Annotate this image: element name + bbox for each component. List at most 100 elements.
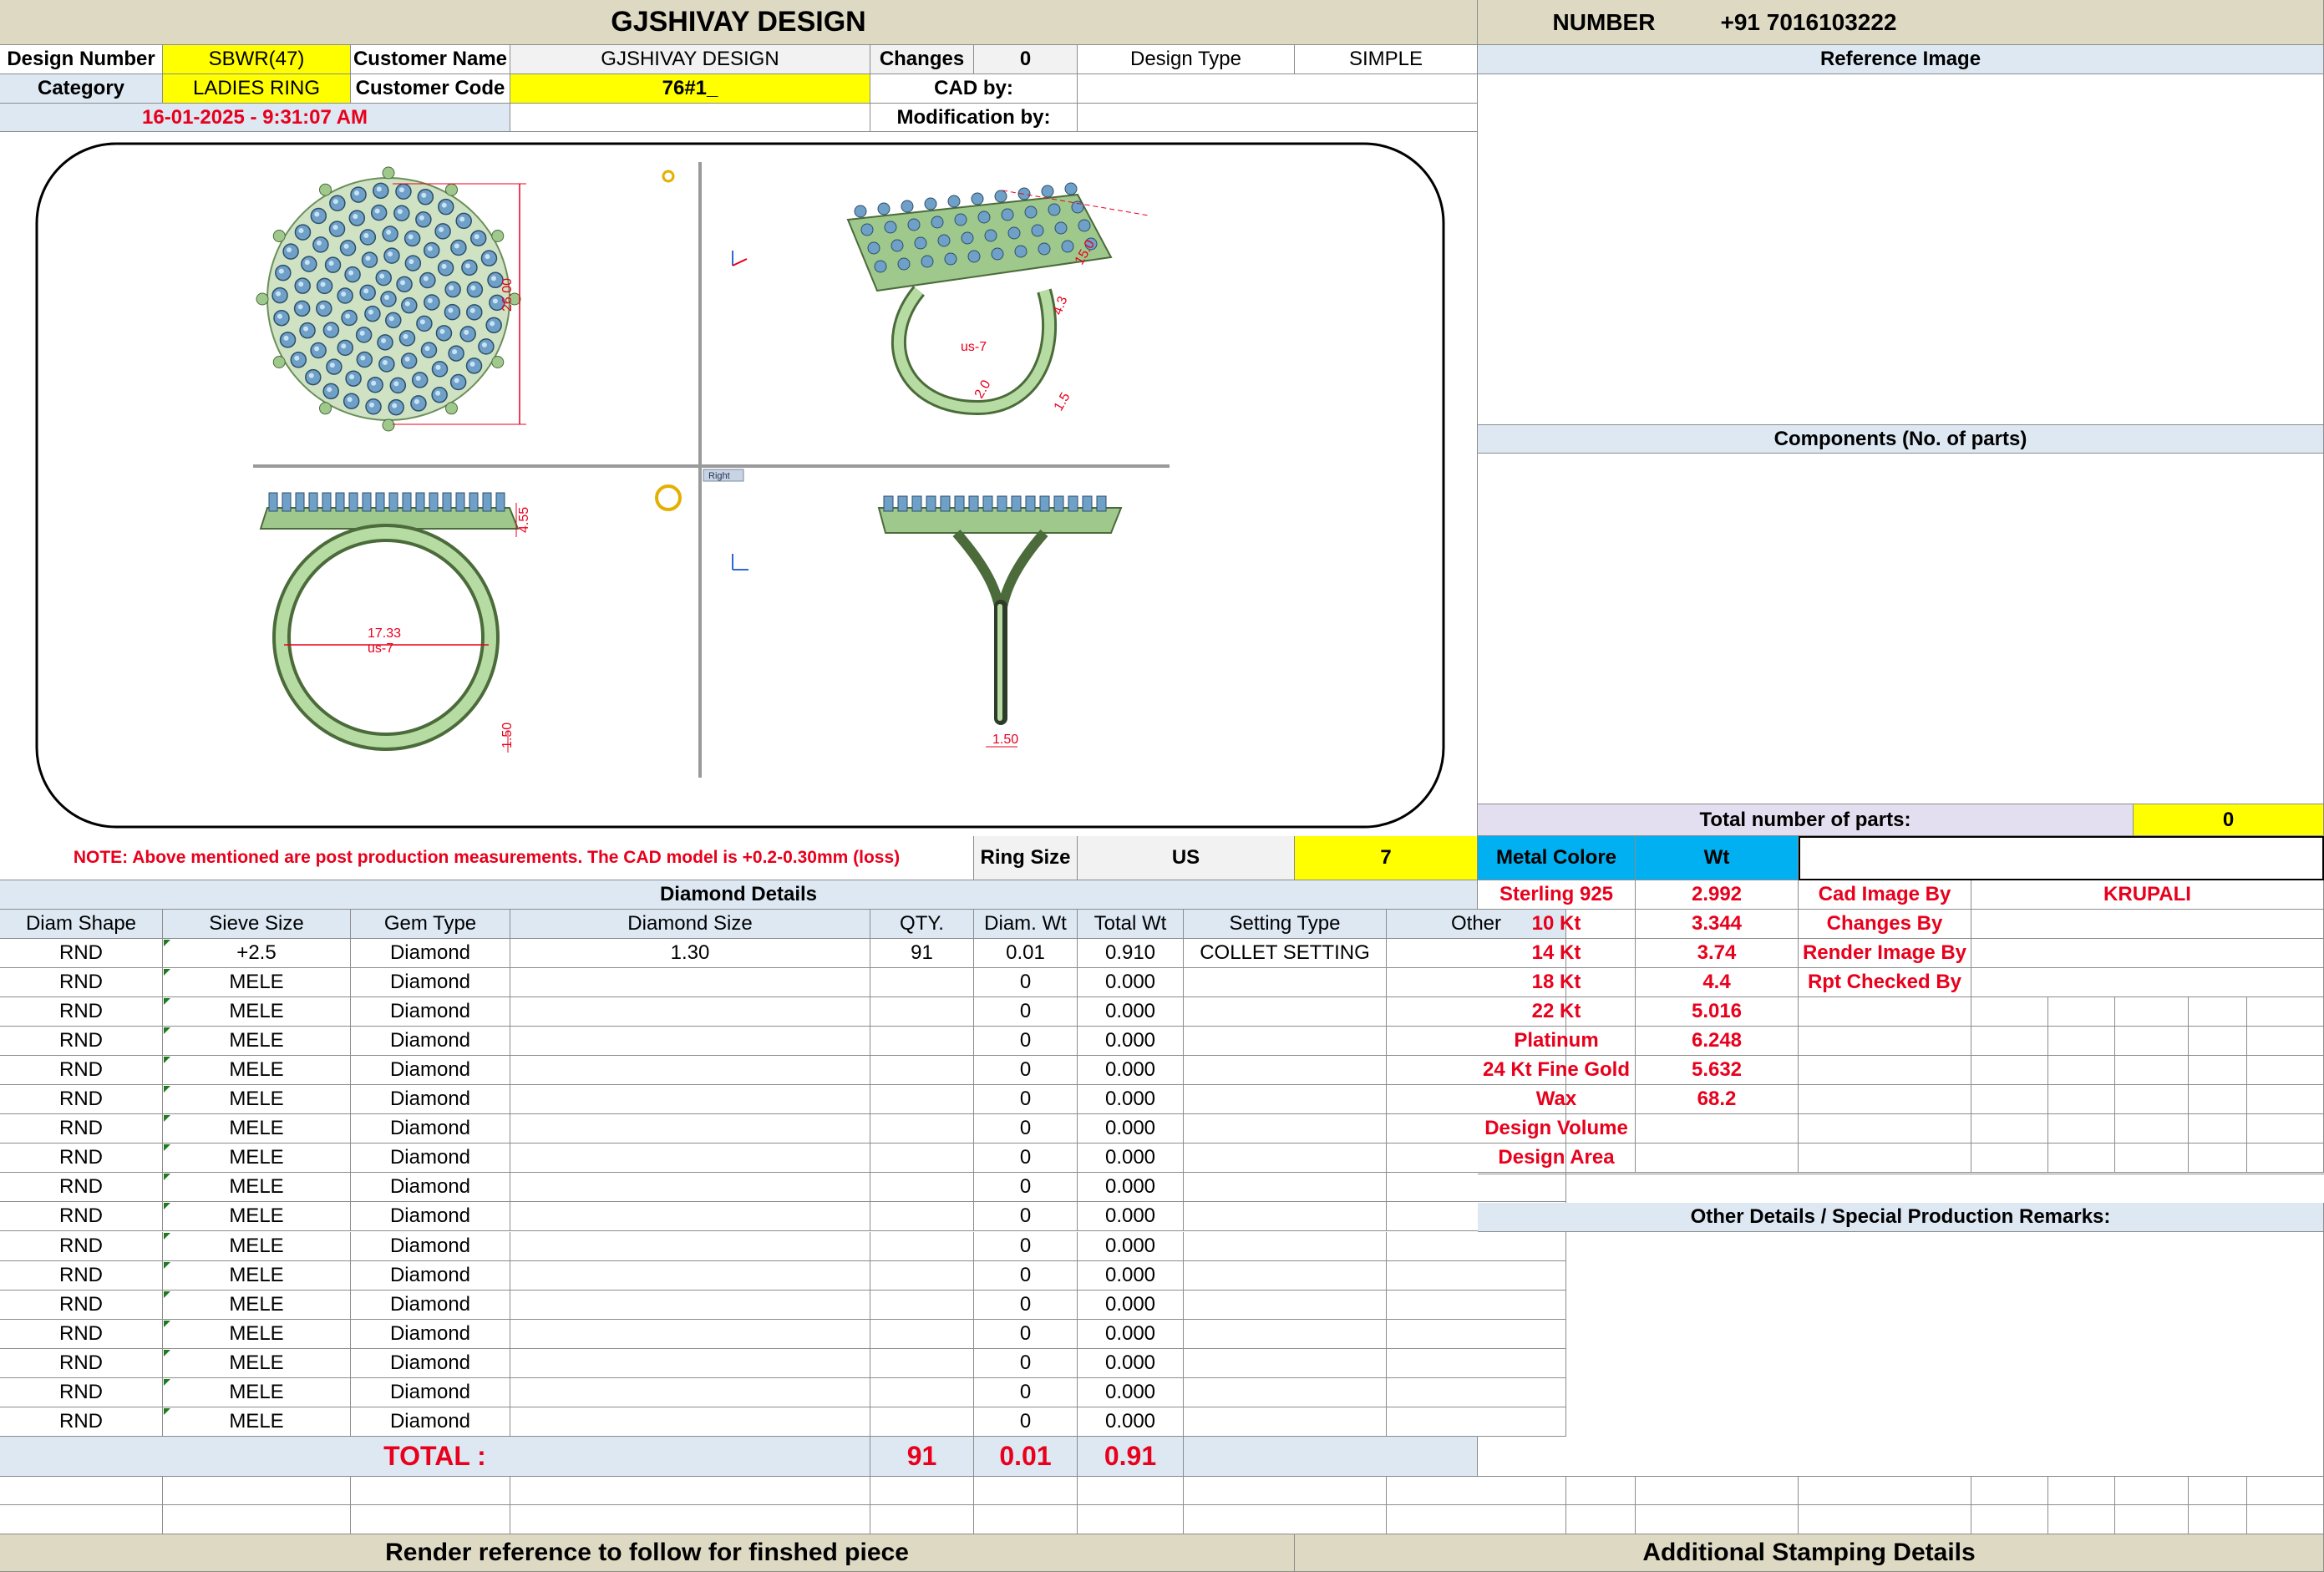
stone-highlight <box>314 346 320 352</box>
stone <box>921 255 934 268</box>
stone-highlight <box>283 335 289 341</box>
table-cell: MELE <box>163 1320 351 1349</box>
table-cell <box>510 1378 870 1407</box>
blank <box>974 1477 1078 1505</box>
blank <box>2247 1085 2324 1114</box>
table-cell <box>1184 1114 1387 1144</box>
blank <box>1971 1505 2048 1534</box>
stone <box>961 231 974 245</box>
stone-highlight <box>353 214 358 220</box>
metal-name: 22 Kt <box>1478 997 1636 1027</box>
blank <box>1184 1437 1478 1477</box>
stone-highlight <box>435 364 441 370</box>
table-cell: Diamond <box>351 968 510 997</box>
table-cell <box>510 1173 870 1202</box>
blank <box>1971 1056 2048 1085</box>
metal-name: Wax <box>1478 1085 1636 1114</box>
person-label: Cad Image By <box>1799 880 1971 910</box>
other-details-title: Other Details / Special Production Remar… <box>1478 1203 2324 1232</box>
stone <box>911 495 922 512</box>
metal-name: Sterling 925 <box>1478 880 1636 910</box>
table-cell: RND <box>0 1320 163 1349</box>
table-cell <box>510 1232 870 1261</box>
table-cell <box>1184 1378 1387 1407</box>
changes-value: 0 <box>974 45 1078 74</box>
table-cell: 0 <box>974 1378 1078 1407</box>
table-cell: MELE <box>163 1232 351 1261</box>
table-cell: Diamond <box>351 1261 510 1291</box>
blank <box>351 1477 510 1505</box>
stone-highlight <box>319 304 325 310</box>
top-view-dim: 26.00 <box>500 278 515 312</box>
table-cell: 0.000 <box>1078 1202 1184 1231</box>
table-cell: MELE <box>163 1144 351 1173</box>
blank <box>1799 836 2324 880</box>
components-title: Components (No. of parts) <box>1478 425 2324 454</box>
table-cell: 0.000 <box>1078 1232 1184 1261</box>
table-cell: 0.000 <box>1078 1085 1184 1114</box>
blank <box>2115 1144 2189 1173</box>
stone <box>402 492 412 512</box>
stone <box>897 257 911 271</box>
diamond-header: Diam Shape <box>0 910 163 939</box>
stone-highlight <box>347 397 353 403</box>
table-cell <box>870 1378 974 1407</box>
table-cell: RND <box>0 1027 163 1056</box>
table-cell: 91 <box>870 939 974 968</box>
stone <box>442 492 452 512</box>
stone <box>994 190 1007 203</box>
blank <box>2247 997 2324 1027</box>
stone <box>1001 208 1014 221</box>
stone-highlight <box>320 281 326 287</box>
table-cell: Diamond <box>351 1378 510 1407</box>
stone-highlight <box>419 319 425 325</box>
total-parts-label: Total number of parts: <box>1478 804 2134 836</box>
table-cell: MELE <box>163 968 351 997</box>
stone <box>295 492 305 512</box>
stone-highlight <box>276 291 282 297</box>
blank <box>2115 1085 2189 1114</box>
stone <box>1039 495 1050 512</box>
table-cell: RND <box>0 1144 163 1173</box>
wt-header: Wt <box>1636 836 1799 880</box>
stone-highlight <box>379 273 385 279</box>
blank <box>1184 1505 1387 1534</box>
table-cell: RND <box>0 1291 163 1320</box>
ring-size-unit: US <box>1078 836 1295 880</box>
stone <box>375 492 385 512</box>
side-dim: 1.50 <box>992 733 1018 747</box>
stone-highlight <box>387 251 393 257</box>
cad-views-drawing: Right26.0015.0us-74.32.01.517.33us-74.55… <box>35 142 1445 829</box>
table-cell <box>510 1114 870 1144</box>
table-cell <box>870 1114 974 1144</box>
stone-highlight <box>332 225 338 231</box>
blank <box>1799 1144 1971 1173</box>
blank <box>1971 1027 2048 1056</box>
diamond-header: QTY. <box>870 910 974 939</box>
prong <box>491 230 505 242</box>
table-cell: RND <box>0 1378 163 1407</box>
table-cell <box>870 1291 974 1320</box>
blank <box>2048 1114 2115 1144</box>
table-cell: 0.000 <box>1078 1378 1184 1407</box>
blank <box>1636 1505 1799 1534</box>
stone <box>968 495 979 512</box>
table-cell: 0 <box>974 1407 1078 1437</box>
stone-highlight <box>392 403 398 408</box>
blank <box>1799 1477 1971 1505</box>
stone-highlight <box>469 307 475 313</box>
table-cell: Diamond <box>351 1320 510 1349</box>
stone <box>891 239 904 252</box>
stone-highlight <box>492 298 498 304</box>
blank <box>1184 1477 1387 1505</box>
production-note: NOTE: Above mentioned are post productio… <box>0 836 974 880</box>
stone <box>1068 495 1078 512</box>
stone <box>1048 203 1061 216</box>
table-cell: RND <box>0 968 163 997</box>
stone <box>1038 242 1051 256</box>
prong <box>445 183 458 196</box>
table-cell: Diamond <box>351 1114 510 1144</box>
modification-label: Modification by: <box>870 104 1078 132</box>
stone <box>1014 245 1028 258</box>
stone <box>335 492 345 512</box>
